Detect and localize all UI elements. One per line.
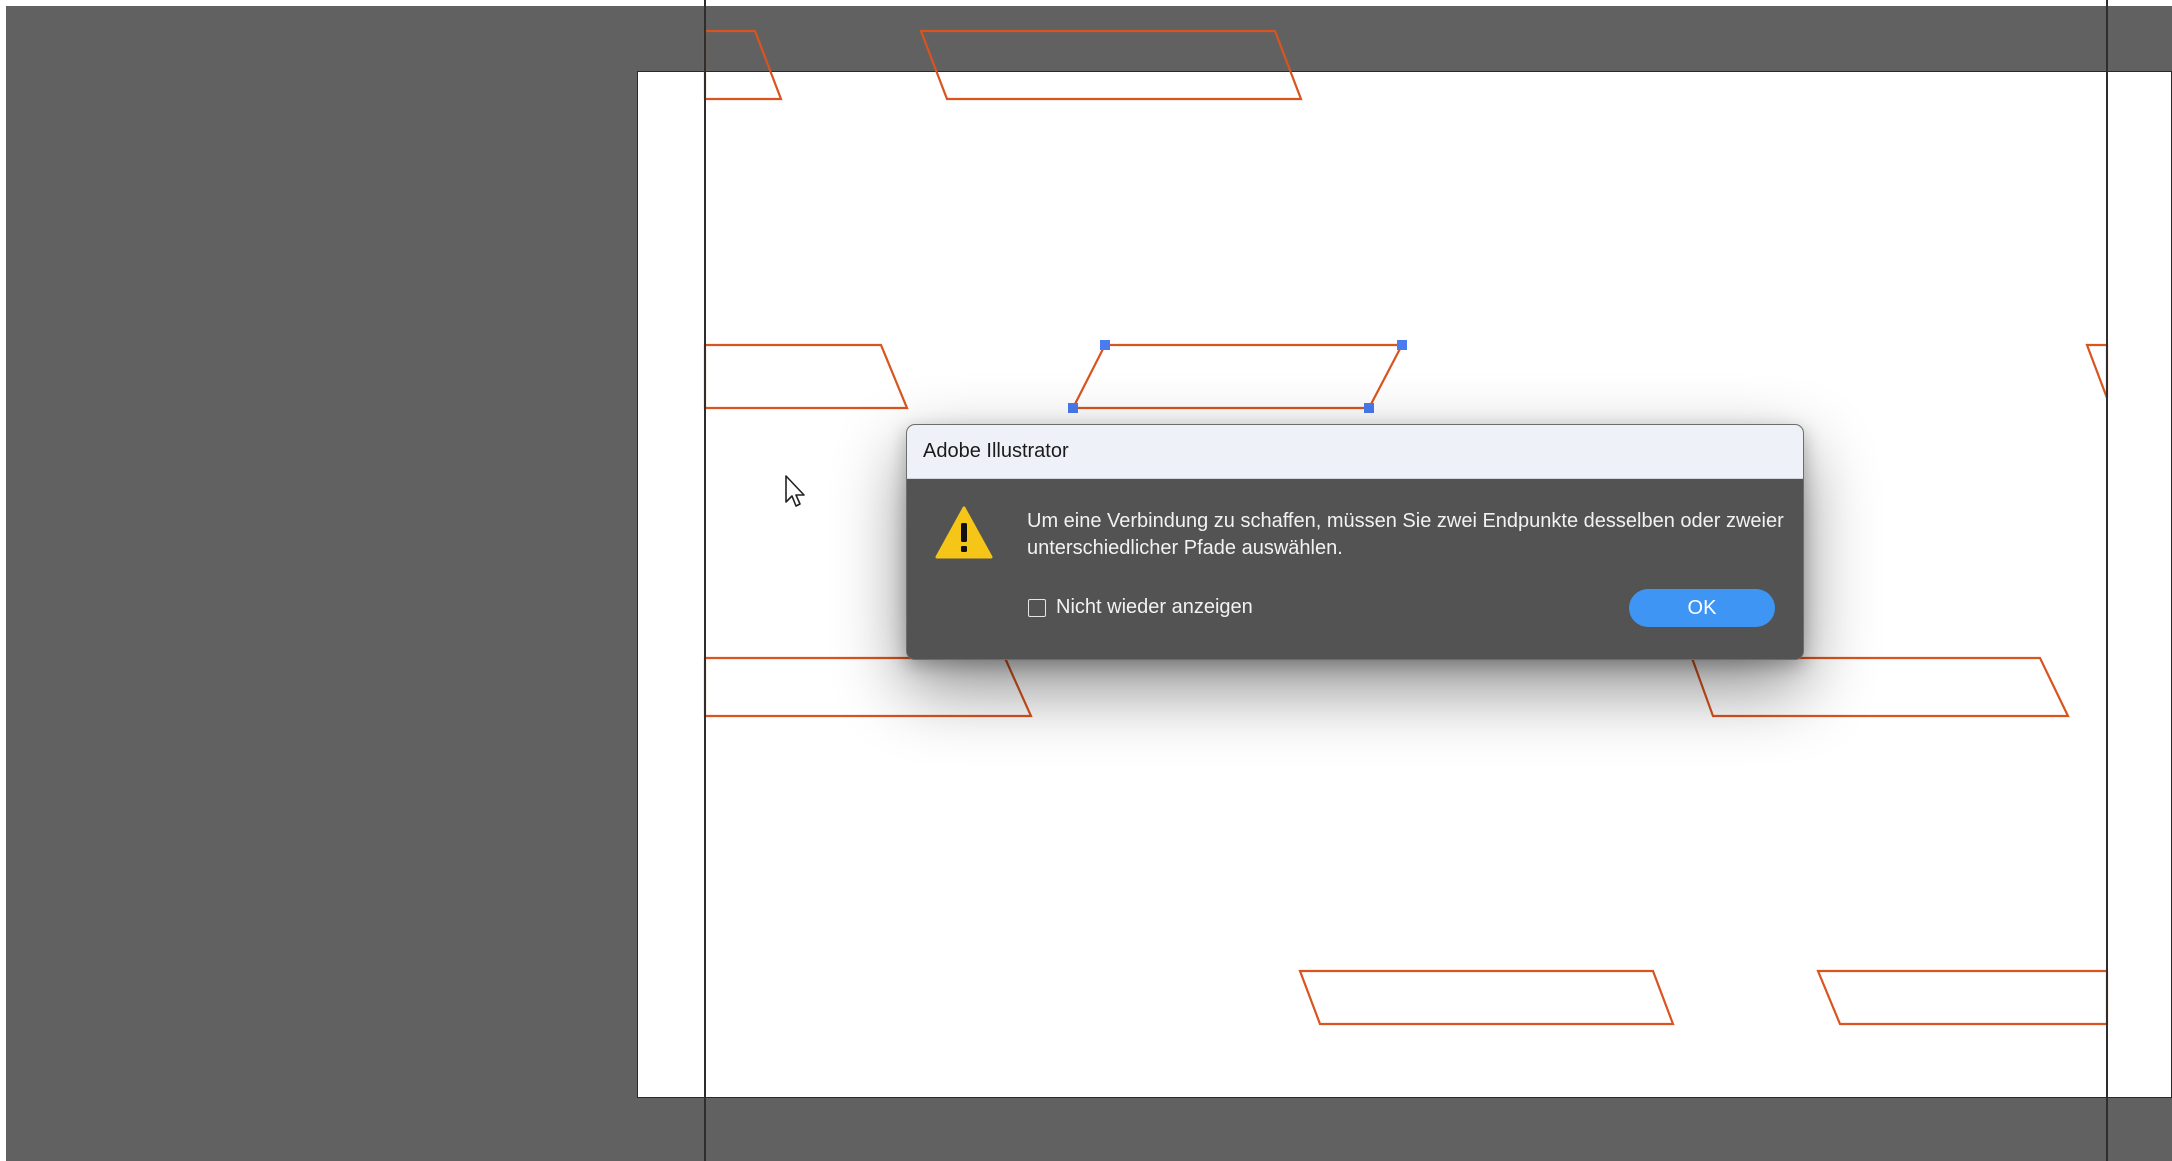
alert-dialog: Adobe Illustrator Um eine Verbindung zu …: [906, 424, 1804, 660]
warning-icon: [935, 506, 993, 559]
path-shape: [703, 29, 783, 101]
path-shape: [2085, 343, 2109, 399]
mouse-pointer-icon: [785, 475, 805, 507]
anchor-point: [1068, 403, 1078, 413]
artboard-guide-left: [704, 0, 706, 1161]
selected-path-shape: [1071, 343, 1404, 410]
path-shape: [919, 29, 1303, 101]
anchor-point: [1397, 340, 1407, 350]
artboard-guide-right: [2106, 0, 2108, 1161]
dont-show-again-checkbox[interactable]: [1028, 598, 1046, 617]
path-shape: [1690, 656, 2070, 718]
anchor-point: [1100, 340, 1110, 350]
path-shape: [703, 656, 1033, 718]
path-shape: [1298, 969, 1675, 1026]
ok-button[interactable]: OK: [1629, 589, 1775, 627]
path-shape: [703, 343, 909, 410]
dialog-message: Um eine Verbindung zu schaffen, müssen S…: [1027, 510, 1784, 559]
dont-show-again-label: Nicht wieder anzeigen: [1056, 596, 1253, 618]
dialog-body: Um eine Verbindung zu schaffen, müssen S…: [907, 479, 1803, 659]
illustrator-workspace: Adobe Illustrator Um eine Verbindung zu …: [0, 0, 2172, 1161]
path-shape: [1816, 969, 2109, 1026]
anchor-point: [1364, 403, 1374, 413]
dont-show-again-option[interactable]: Nicht wieder anzeigen: [1028, 596, 1253, 619]
dialog-titlebar[interactable]: Adobe Illustrator: [907, 425, 1803, 479]
dialog-title: Adobe Illustrator: [923, 440, 1069, 462]
